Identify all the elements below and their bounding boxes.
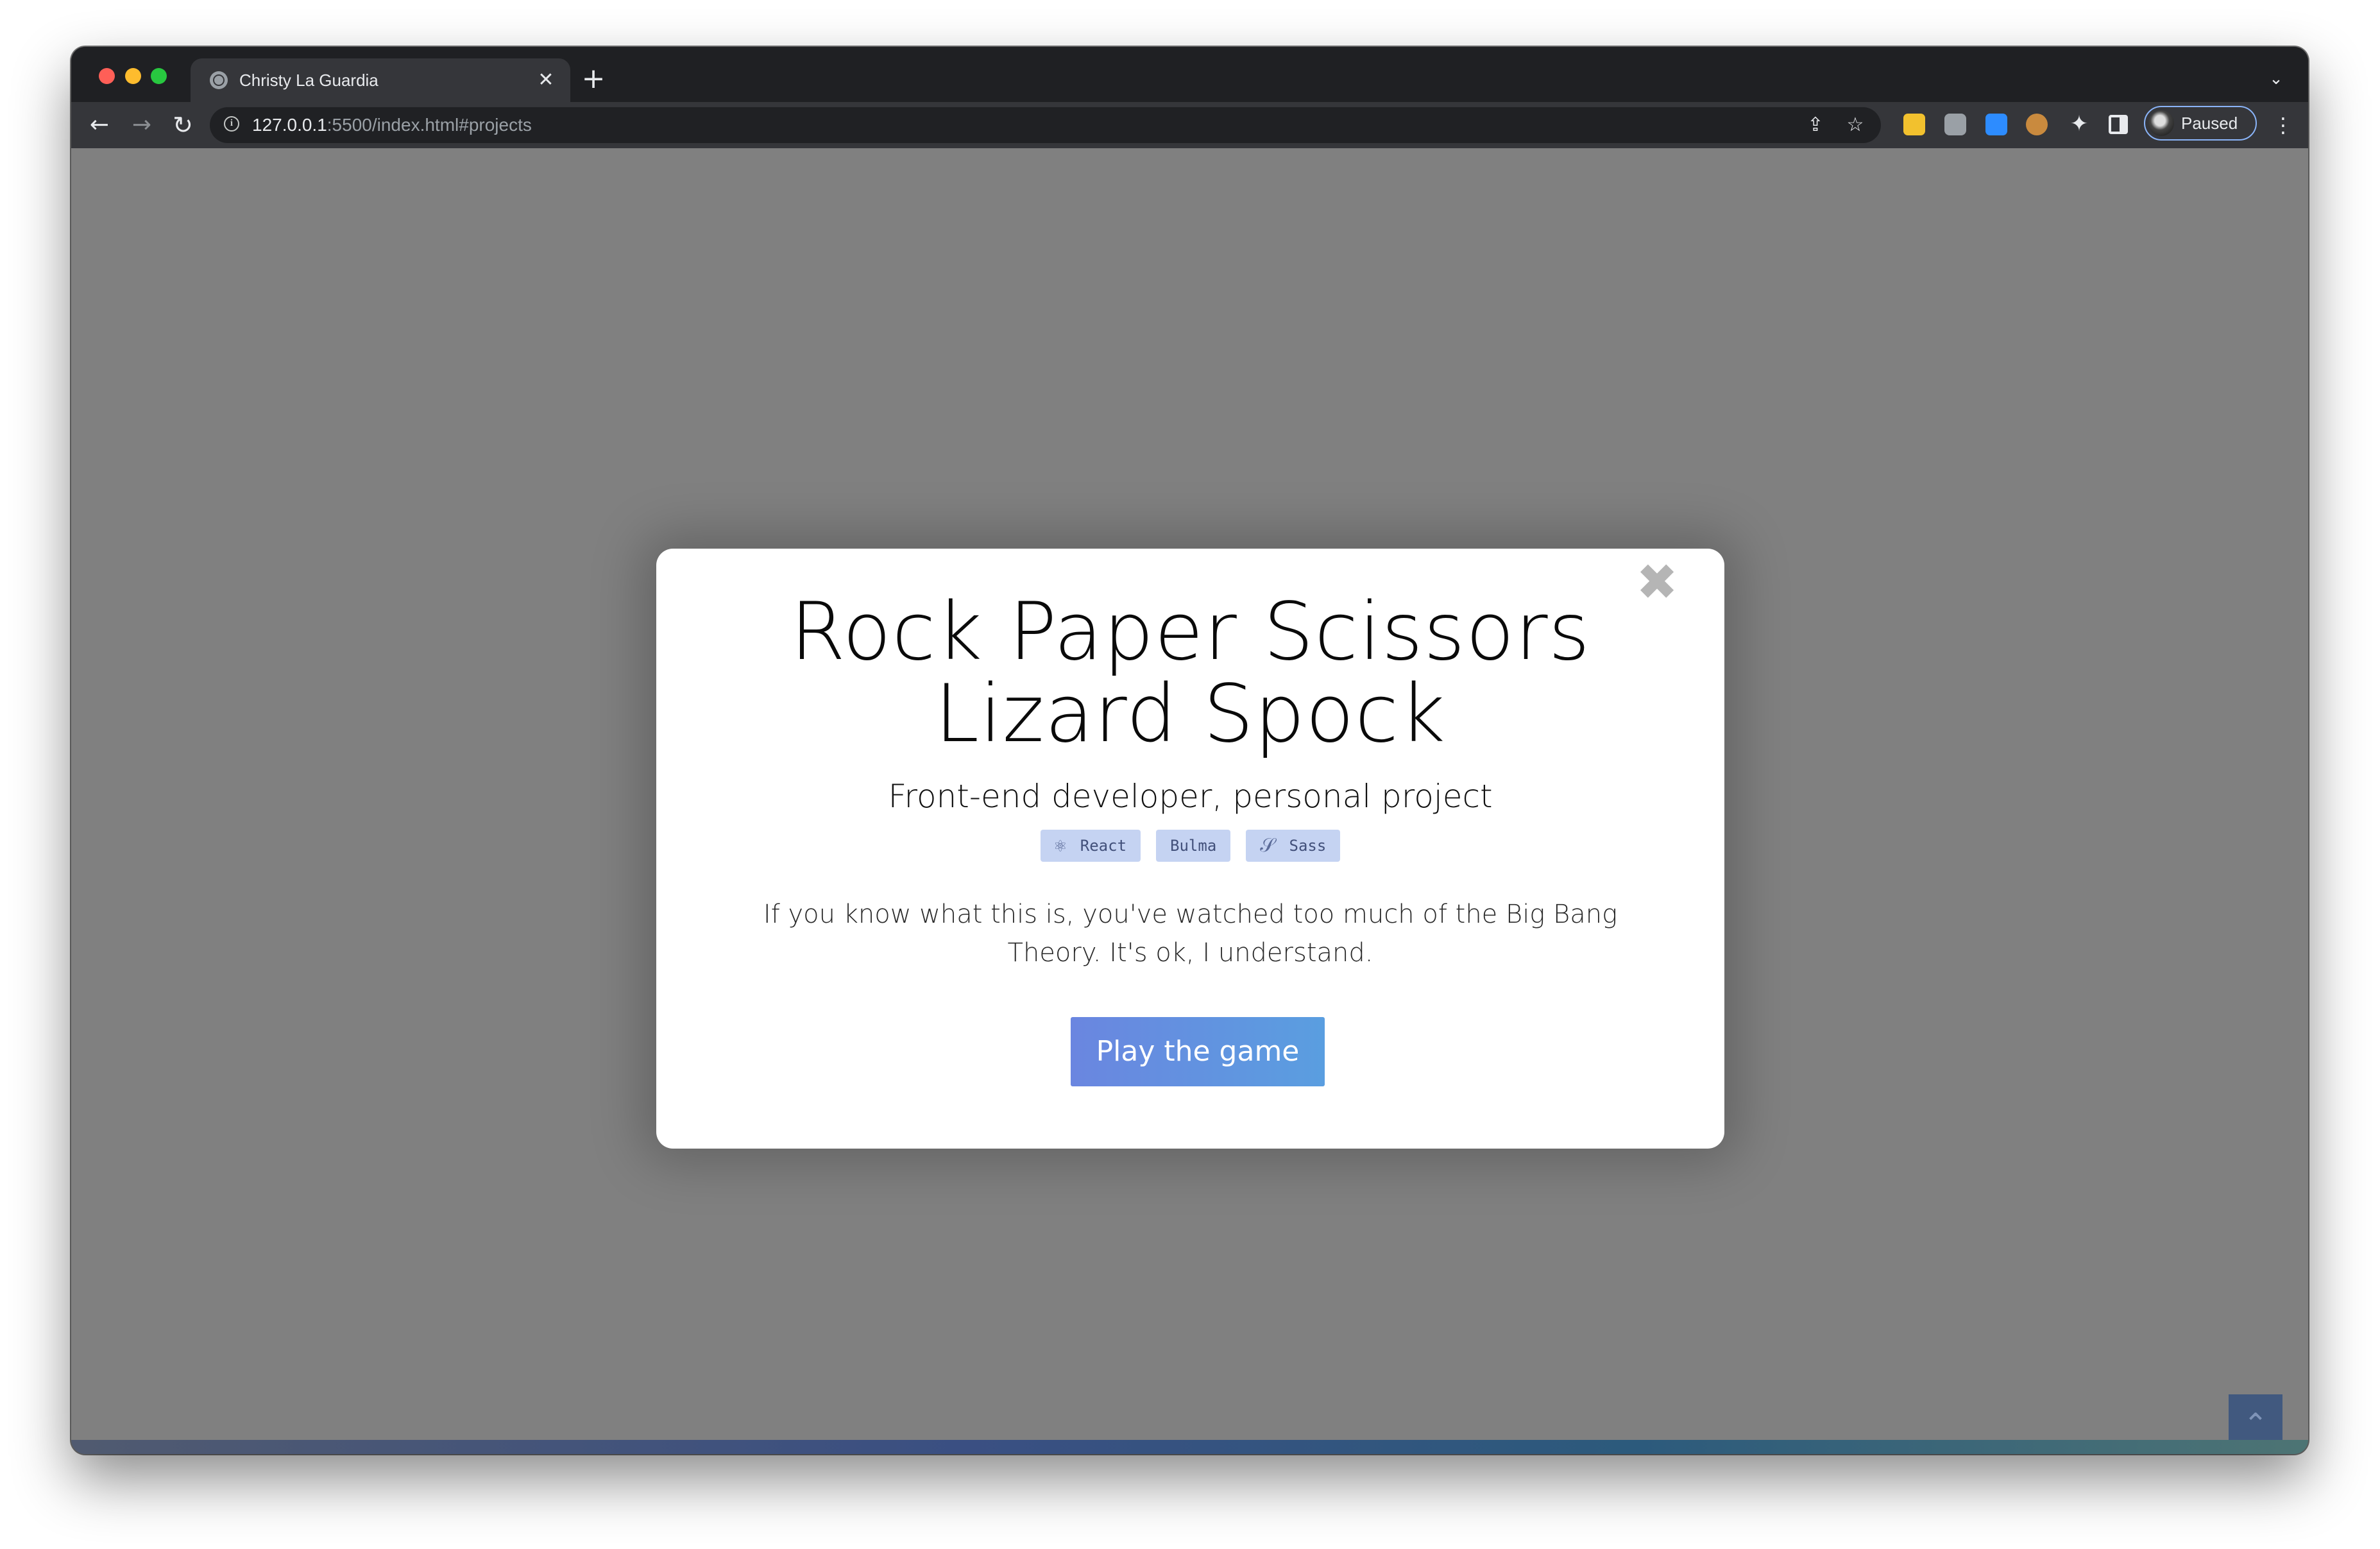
profile-status: Paused bbox=[2181, 114, 2238, 133]
chevron-up-icon: ⌃ bbox=[2243, 1407, 2268, 1441]
close-window-button[interactable] bbox=[99, 68, 115, 84]
toolbar: ← → ↻ i 127.0.0.1:5500/index.html#projec… bbox=[71, 102, 2308, 148]
url-path: :5500/index.html#projects bbox=[327, 115, 532, 135]
browser-window: Christy La Guardia ✕ + ⌄ ← → ↻ i 127.0.0… bbox=[71, 47, 2308, 1454]
url-host: 127.0.0.1 bbox=[252, 115, 327, 135]
globe-icon bbox=[210, 71, 228, 89]
modal-title: Rock Paper Scissors Lizard Spock bbox=[790, 586, 1591, 760]
maximize-window-button[interactable] bbox=[151, 68, 167, 84]
zoom-icon[interactable] bbox=[1985, 114, 2007, 135]
tag-sass: 𝒮 Sass bbox=[1246, 830, 1341, 862]
tab-search-icon[interactable]: ⌄ bbox=[2263, 66, 2289, 92]
react-icon: ⚛ bbox=[1054, 834, 1066, 857]
address-bar[interactable]: i 127.0.0.1:5500/index.html#projects ⇪ ☆ bbox=[210, 107, 1881, 143]
page-overlay[interactable]: ✖ Rock Paper Scissors Lizard Spock Front… bbox=[71, 148, 2308, 1454]
share-icon[interactable]: ⇪ bbox=[1803, 112, 1828, 138]
url-text[interactable]: 127.0.0.1:5500/index.html#projects bbox=[252, 107, 532, 143]
tech-tags: ⚛ React Bulma 𝒮 Sass bbox=[656, 830, 1724, 862]
extensions-puzzle-icon[interactable]: ✦ bbox=[2065, 110, 2093, 138]
sticky-notes-icon[interactable] bbox=[1903, 114, 1925, 135]
tab-strip: Christy La Guardia ✕ + ⌄ bbox=[71, 47, 2308, 102]
forward-icon[interactable]: → bbox=[125, 108, 158, 142]
cookie-icon[interactable] bbox=[2026, 114, 2048, 135]
tab-active[interactable]: Christy La Guardia ✕ bbox=[191, 58, 570, 102]
minimize-window-button[interactable] bbox=[125, 68, 141, 84]
avatar bbox=[2148, 110, 2174, 136]
site-info-icon[interactable]: i bbox=[224, 116, 239, 132]
profile-button[interactable]: Paused bbox=[2144, 106, 2257, 141]
side-panel-icon[interactable] bbox=[2109, 115, 2128, 134]
tag-bulma: Bulma bbox=[1156, 830, 1231, 862]
bookmark-star-icon[interactable]: ☆ bbox=[1842, 112, 1868, 138]
tag-react: ⚛ React bbox=[1040, 830, 1141, 862]
back-icon[interactable]: ← bbox=[83, 108, 116, 142]
camera-icon[interactable] bbox=[1944, 114, 1966, 135]
tag-label: Bulma bbox=[1170, 837, 1217, 855]
project-modal: ✖ Rock Paper Scissors Lizard Spock Front… bbox=[656, 549, 1724, 1149]
new-tab-icon[interactable]: + bbox=[578, 64, 609, 94]
tab-close-icon[interactable]: ✕ bbox=[533, 67, 559, 93]
tag-label: React bbox=[1080, 837, 1127, 855]
tag-label: Sass bbox=[1289, 837, 1327, 855]
modal-subtitle: Front-end developer, personal project bbox=[888, 778, 1493, 815]
reload-icon[interactable]: ↻ bbox=[166, 108, 200, 142]
tab-title: Christy La Guardia bbox=[239, 71, 378, 90]
modal-description: If you know what this is, you've watched… bbox=[763, 900, 1618, 968]
menu-icon[interactable]: ⋮ bbox=[2272, 108, 2295, 142]
sass-icon: 𝒮 bbox=[1260, 834, 1275, 857]
footer-gradient-bar bbox=[71, 1440, 2308, 1454]
play-game-button[interactable]: Play the game bbox=[1071, 1017, 1325, 1086]
